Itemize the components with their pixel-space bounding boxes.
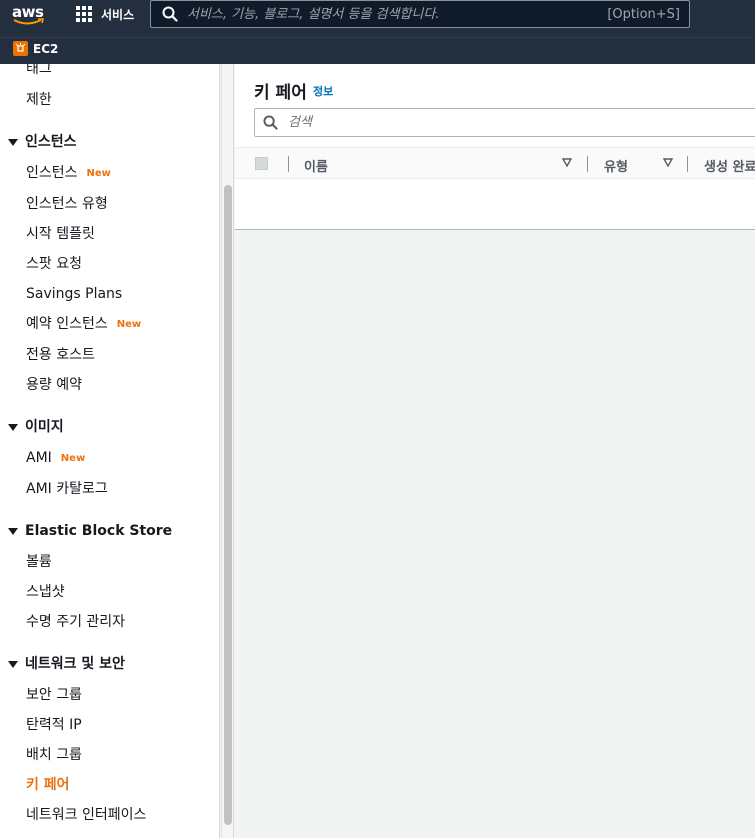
aws-smile-icon: [13, 18, 45, 25]
global-search-box[interactable]: [Option+S]: [150, 0, 690, 28]
column-header-name[interactable]: 이름: [304, 156, 328, 175]
sidebar-item-label: 예약 인스턴스: [26, 316, 108, 332]
column-divider: [288, 156, 289, 172]
sidebar-item-label: 인스턴스: [26, 165, 78, 181]
aws-logo[interactable]: aws: [12, 3, 46, 29]
caret-down-icon: [8, 423, 18, 431]
sidebar-item-placement-groups[interactable]: 배치 그룹: [26, 747, 82, 763]
new-badge: New: [116, 319, 142, 330]
key-pairs-filter[interactable]: [254, 108, 755, 137]
new-badge: New: [86, 168, 111, 179]
table-header: 이름 유형 생성 완료: [235, 147, 755, 179]
sidebar-item-instances[interactable]: 인스턴스 New: [26, 165, 111, 182]
column-header-created[interactable]: 생성 완료: [704, 156, 755, 175]
sidebar-item-limits[interactable]: 제한: [26, 92, 52, 108]
new-badge: New: [60, 453, 86, 464]
column-divider[interactable]: [687, 156, 688, 172]
sidebar-item-snapshots[interactable]: 스냅샷: [26, 584, 65, 600]
sidebar-section-title: 이미지: [25, 419, 64, 435]
global-search-input[interactable]: [187, 6, 608, 22]
sidebar-item-tags[interactable]: 태그: [26, 64, 52, 77]
sidebar-item-spot-requests[interactable]: 스팟 요청: [26, 256, 82, 272]
sidebar-item-savings-plans[interactable]: Savings Plans: [26, 286, 122, 302]
sidebar-section-title: Elastic Block Store: [25, 523, 173, 539]
sort-icon[interactable]: [663, 158, 673, 168]
sidebar-scrollbar[interactable]: [221, 64, 234, 838]
search-icon: [162, 6, 178, 22]
column-divider[interactable]: [587, 156, 588, 172]
sidebar-section-network-security[interactable]: 네트워크 및 보안: [8, 656, 125, 672]
sidebar-item-ami[interactable]: AMI New: [26, 450, 85, 467]
services-grid-icon: [76, 6, 92, 22]
key-pairs-panel: 키 페어 정보 이름 유형 생성 완료: [235, 64, 755, 230]
sidebar-item-launch-templates[interactable]: 시작 템플릿: [26, 226, 95, 242]
ec2-chip-icon: [15, 43, 26, 52]
services-label: 서비스: [101, 7, 135, 22]
caret-down-icon: [8, 138, 18, 146]
sidebar-section-title: 네트워크 및 보안: [25, 656, 125, 672]
sidebar-item-capacity-reservations[interactable]: 용량 예약: [26, 377, 82, 393]
top-navigation-bar: aws 서비스 [Option+S]: [0, 0, 755, 37]
search-shortcut-hint: [Option+S]: [607, 6, 680, 22]
sidebar-section-title: 인스턴스: [25, 134, 77, 150]
caret-down-icon: [8, 660, 18, 668]
sidebar-item-ami-catalog[interactable]: AMI 카탈로그: [26, 481, 108, 497]
select-all-checkbox[interactable]: [255, 157, 268, 170]
sort-icon[interactable]: [562, 158, 572, 168]
sidebar-item-label: AMI: [26, 450, 52, 466]
sidebar-item-elastic-ips[interactable]: 탄력적 IP: [26, 717, 82, 733]
sidebar-item-security-groups[interactable]: 보안 그룹: [26, 687, 82, 703]
column-header-type[interactable]: 유형: [604, 156, 628, 175]
sidebar-section-elastic-block-store[interactable]: Elastic Block Store: [8, 523, 172, 539]
info-link[interactable]: 정보: [313, 83, 333, 99]
services-menu-button[interactable]: 서비스: [76, 4, 134, 24]
sidebar-item-key-pairs[interactable]: 키 페어: [26, 777, 70, 793]
sidebar-item-instance-types[interactable]: 인스턴스 유형: [26, 196, 108, 212]
search-icon: [263, 115, 278, 130]
page-title: 키 페어: [254, 83, 307, 103]
sidebar-item-network-interfaces[interactable]: 네트워크 인터페이스: [26, 807, 146, 823]
ec2-service-link[interactable]: EC2: [33, 42, 58, 56]
sidebar-item-dedicated-hosts[interactable]: 전용 호스트: [26, 347, 95, 363]
service-bar: EC2: [0, 37, 755, 64]
sidebar-item-volumes[interactable]: 볼륨: [26, 554, 52, 570]
sidebar-scrollbar-thumb[interactable]: [224, 185, 232, 825]
sidebar-item-lifecycle-manager[interactable]: 수명 주기 관리자: [26, 614, 125, 630]
ec2-service-icon[interactable]: [13, 41, 28, 56]
sidebar-section-instances[interactable]: 인스턴스: [8, 134, 77, 150]
ec2-sidebar-navigation: 태그 제한 인스턴스 인스턴스 New 인스턴스 유형 시작 템플릿 스팟 요청 …: [0, 64, 220, 838]
caret-down-icon: [8, 527, 18, 535]
sidebar-section-images[interactable]: 이미지: [8, 419, 64, 435]
filter-search-input[interactable]: [288, 115, 688, 130]
sidebar-item-reserved-instances[interactable]: 예약 인스턴스 New: [26, 316, 141, 333]
